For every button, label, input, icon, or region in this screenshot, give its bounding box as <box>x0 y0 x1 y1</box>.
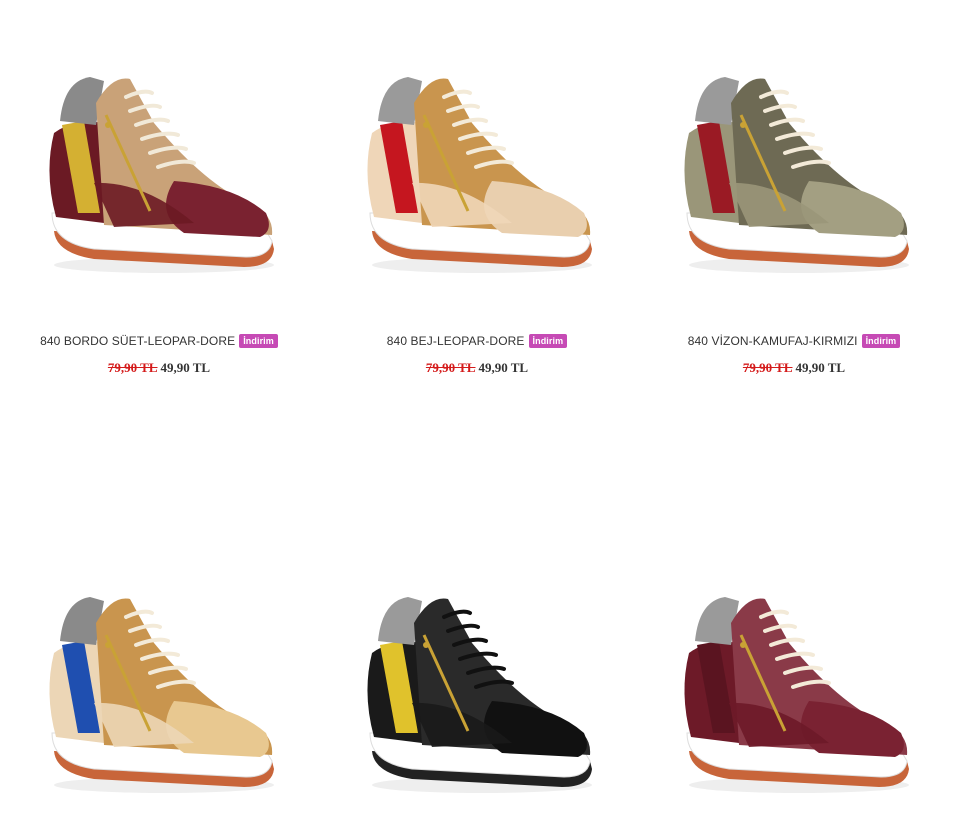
product-name[interactable]: 840 BEJ-LEOPAR-DORE <box>387 334 525 348</box>
discount-badge: İndirim <box>861 334 901 348</box>
product-grid: 840 BORDO SÜET-LEOPAR-DORE İndirim 79,90 … <box>0 0 953 813</box>
discount-badge: İndirim <box>528 334 568 348</box>
product-name[interactable]: 840 BORDO SÜET-LEOPAR-DORE <box>40 334 235 348</box>
product-card[interactable]: 840 BEJ-LEOPAR-DORE İndirim 79,90 TL 49,90… <box>318 28 636 376</box>
sneaker-illustration <box>367 77 592 273</box>
product-image[interactable] <box>318 548 636 838</box>
sneaker-illustration <box>49 597 274 793</box>
product-card[interactable] <box>635 548 953 838</box>
product-name[interactable]: 840 VİZON-KAMUFAJ-KIRMIZI <box>688 334 858 348</box>
new-price: 49,90 TL <box>478 360 529 375</box>
old-price: 79,90 TL <box>425 360 476 375</box>
new-price: 49,90 TL <box>160 360 211 375</box>
product-image[interactable] <box>635 28 953 318</box>
product-card[interactable] <box>0 548 318 838</box>
product-card[interactable]: 840 VİZON-KAMUFAJ-KIRMIZI İndirim 79,90 T… <box>635 28 953 376</box>
product-image[interactable] <box>635 548 953 838</box>
discount-badge: İndirim <box>239 334 278 348</box>
sneaker-illustration <box>49 77 274 273</box>
sneaker-illustration <box>684 597 909 793</box>
sneaker-illustration <box>367 597 592 793</box>
product-image[interactable] <box>318 28 636 318</box>
new-price: 49,90 TL <box>795 360 846 375</box>
product-card[interactable]: 840 BORDO SÜET-LEOPAR-DORE İndirim 79,90 … <box>0 28 318 376</box>
product-card[interactable] <box>318 548 636 838</box>
old-price: 79,90 TL <box>107 360 158 375</box>
sneaker-illustration <box>684 77 909 273</box>
product-image[interactable] <box>0 28 318 318</box>
old-price: 79,90 TL <box>742 360 793 375</box>
product-image[interactable] <box>0 548 318 838</box>
